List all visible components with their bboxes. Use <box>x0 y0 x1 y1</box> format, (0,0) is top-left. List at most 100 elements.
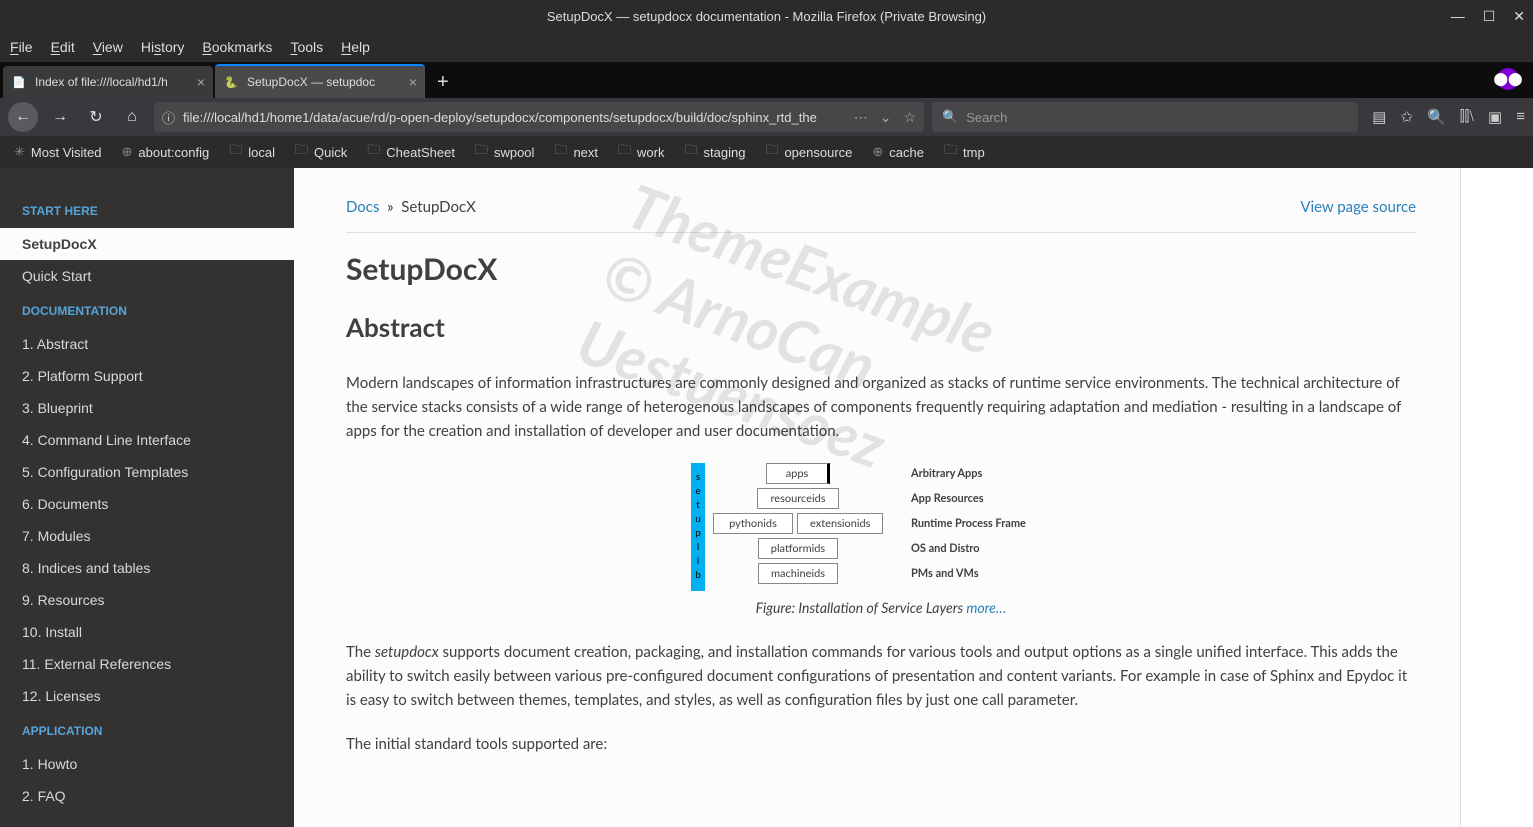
search-icon: 🔍 <box>942 109 958 125</box>
bookmark-label: cache <box>889 145 924 160</box>
pocket-icon[interactable]: ⌄ <box>880 109 892 126</box>
sidebar-item-10-install[interactable]: 10. Install <box>0 616 294 648</box>
window-minimize-button[interactable]: — <box>1451 8 1465 25</box>
bookmark-label: local <box>248 145 275 160</box>
bookmark-label: swpool <box>494 145 534 160</box>
bookmark-tmp[interactable]: 🗀tmp <box>944 141 985 163</box>
forward-button[interactable]: → <box>46 103 74 131</box>
menu-file[interactable]: File <box>10 39 33 55</box>
sidebar-item-4-command-line-interface[interactable]: 4. Command Line Interface <box>0 424 294 456</box>
sidebar-item-5-configuration-templates[interactable]: 5. Configuration Templates <box>0 456 294 488</box>
search-bar[interactable]: 🔍 Search <box>932 102 1358 132</box>
tab-label: Index of file:///local/hd1/h <box>35 75 189 89</box>
new-tab-button[interactable]: + <box>437 66 449 98</box>
nav-bar: ← → ↻ ⌂ ⓘ file:///local/hd1/home1/data/a… <box>0 98 1533 136</box>
menu-bookmarks[interactable]: Bookmarks <box>202 39 272 55</box>
bookmark-label: Quick <box>314 145 347 160</box>
view-page-source-link[interactable]: View page source <box>1300 198 1416 216</box>
bookmark-staging[interactable]: 🗀 staging <box>684 141 745 163</box>
find-icon[interactable]: 🔍 <box>1427 108 1446 126</box>
url-bar[interactable]: ⓘ file:///local/hd1/home1/data/acue/rd/p… <box>154 102 924 132</box>
menu-tools[interactable]: Tools <box>290 39 323 55</box>
bookmark-label: opensource <box>784 145 852 160</box>
sidebar-item-1-abstract[interactable]: 1. Abstract <box>0 328 294 360</box>
folder-icon: 🗀 <box>765 141 778 163</box>
tab-1[interactable]: 🐍 SetupDocX — setupdoc × <box>215 64 425 98</box>
window-close-button[interactable]: ✕ <box>1513 8 1525 25</box>
menu-help[interactable]: Help <box>341 39 370 55</box>
info-icon[interactable]: ⓘ <box>162 108 175 127</box>
folder-icon: 🗀 <box>944 141 957 163</box>
diagram-box-extensionids: extensionids <box>797 513 883 534</box>
sidebar-item-7-modules[interactable]: 7. Modules <box>0 520 294 552</box>
sidebar-icon[interactable]: ▣ <box>1488 108 1502 126</box>
sidebar-item-9-resources[interactable]: 9. Resources <box>0 584 294 616</box>
doc-sidebar: START HERESetupDocXQuick StartDOCUMENTAT… <box>0 168 294 827</box>
bookmark-quick[interactable]: 🗀 Quick <box>295 141 347 163</box>
diagram-row: pythonidsextensionidsRuntime Process Fra… <box>713 513 1071 534</box>
window-maximize-button[interactable]: ☐ <box>1483 8 1496 25</box>
sidebar-item-quick-start[interactable]: Quick Start <box>0 260 294 292</box>
more-icon[interactable]: ⋯ <box>854 109 868 126</box>
bookmark-next[interactable]: 🗀 next <box>554 141 598 163</box>
menu-icon[interactable]: ≡ <box>1516 108 1525 126</box>
close-icon[interactable]: × <box>409 74 417 90</box>
sidebar-item-8-indices-and-tables[interactable]: 8. Indices and tables <box>0 552 294 584</box>
bookmark-work[interactable]: 🗀work <box>618 141 664 163</box>
folder-icon: 🗀 <box>229 141 242 163</box>
bookmark-cheatsheet[interactable]: 🗀CheatSheet <box>367 141 455 163</box>
figure-more-link[interactable]: more… <box>966 599 1006 616</box>
menu-bar: File Edit View History Bookmarks Tools H… <box>0 32 1533 62</box>
abstract-paragraph-2: The setupdocx supports document creation… <box>346 640 1416 712</box>
diagram-row: resourceidsApp Resources <box>713 488 1071 509</box>
menu-history[interactable]: History <box>141 39 185 55</box>
globe-icon: ⊕ <box>121 144 132 160</box>
sidebar-item-setupdocx[interactable]: SetupDocX <box>0 228 294 260</box>
home-button[interactable]: ⌂ <box>118 103 146 131</box>
folder-icon: 🗀 <box>554 141 567 163</box>
bookmark-cache[interactable]: ⊕cache <box>872 144 924 160</box>
sidebar-item-11-external-references[interactable]: 11. External References <box>0 648 294 680</box>
sidebar-item-12-licenses[interactable]: 12. Licenses <box>0 680 294 712</box>
bookmark-about-config[interactable]: ⊕about:config <box>121 144 209 160</box>
diagram-row-label: OS and Distro <box>911 542 1071 555</box>
breadcrumb-current: SetupDocX <box>401 198 476 216</box>
sidebar-item-1-howto[interactable]: 1. Howto <box>0 748 294 780</box>
search-placeholder: Search <box>966 110 1007 125</box>
folder-icon: 🗀 <box>684 141 697 163</box>
bookmark-label: Most Visited <box>31 145 102 160</box>
bookmark-opensource[interactable]: 🗀 opensource <box>765 141 852 163</box>
menu-view[interactable]: View <box>93 39 123 55</box>
close-icon[interactable]: × <box>197 74 205 90</box>
sidebar-section-documentation: DOCUMENTATION <box>0 292 294 328</box>
breadcrumb-root[interactable]: Docs <box>346 198 379 216</box>
bookmark-most-visited[interactable]: ✳Most Visited <box>14 144 101 160</box>
sidebar-item-3-blueprint[interactable]: 3. Blueprint <box>0 392 294 424</box>
sidebar-item-6-documents[interactable]: 6. Documents <box>0 488 294 520</box>
diagram-box-apps: apps <box>766 463 830 484</box>
bookmark-swpool[interactable]: 🗀swpool <box>475 141 534 163</box>
window-title: SetupDocX — setupdocx documentation - Mo… <box>547 9 986 24</box>
bookmark-local[interactable]: 🗀 local <box>229 141 275 163</box>
python-icon: 🐍 <box>223 74 239 90</box>
bookmark-star-icon[interactable]: ☆ <box>903 109 916 126</box>
library-star-icon[interactable]: ✩ <box>1400 108 1413 126</box>
back-button[interactable]: ← <box>8 102 38 132</box>
menu-edit[interactable]: Edit <box>51 39 75 55</box>
bookmark-label: CheatSheet <box>386 145 455 160</box>
reload-button[interactable]: ↻ <box>82 103 110 131</box>
sidebar-item-2-faq[interactable]: 2. FAQ <box>0 780 294 812</box>
tab-0[interactable]: 📄 Index of file:///local/hd1/h × <box>3 66 213 98</box>
diagram-row: platformidsOS and Distro <box>713 538 1071 559</box>
reader-icon[interactable]: ▤ <box>1372 108 1386 126</box>
library-icon[interactable]: ⫿⫿⧵ <box>1460 108 1474 126</box>
breadcrumb: Docs » SetupDocX View page source <box>346 198 1416 233</box>
folder-icon: 🗀 <box>295 141 308 163</box>
bookmark-label: next <box>573 145 598 160</box>
bookmark-label: staging <box>704 145 746 160</box>
sidebar-section-start-here: START HERE <box>0 192 294 228</box>
figure-layers: setuplib appsArbitrary AppsresourceidsAp… <box>346 463 1416 616</box>
file-icon: 📄 <box>11 74 27 90</box>
doc-main: ThemeExample© ArnoCanUestuensoez Docs » … <box>294 168 1461 827</box>
sidebar-item-2-platform-support[interactable]: 2. Platform Support <box>0 360 294 392</box>
